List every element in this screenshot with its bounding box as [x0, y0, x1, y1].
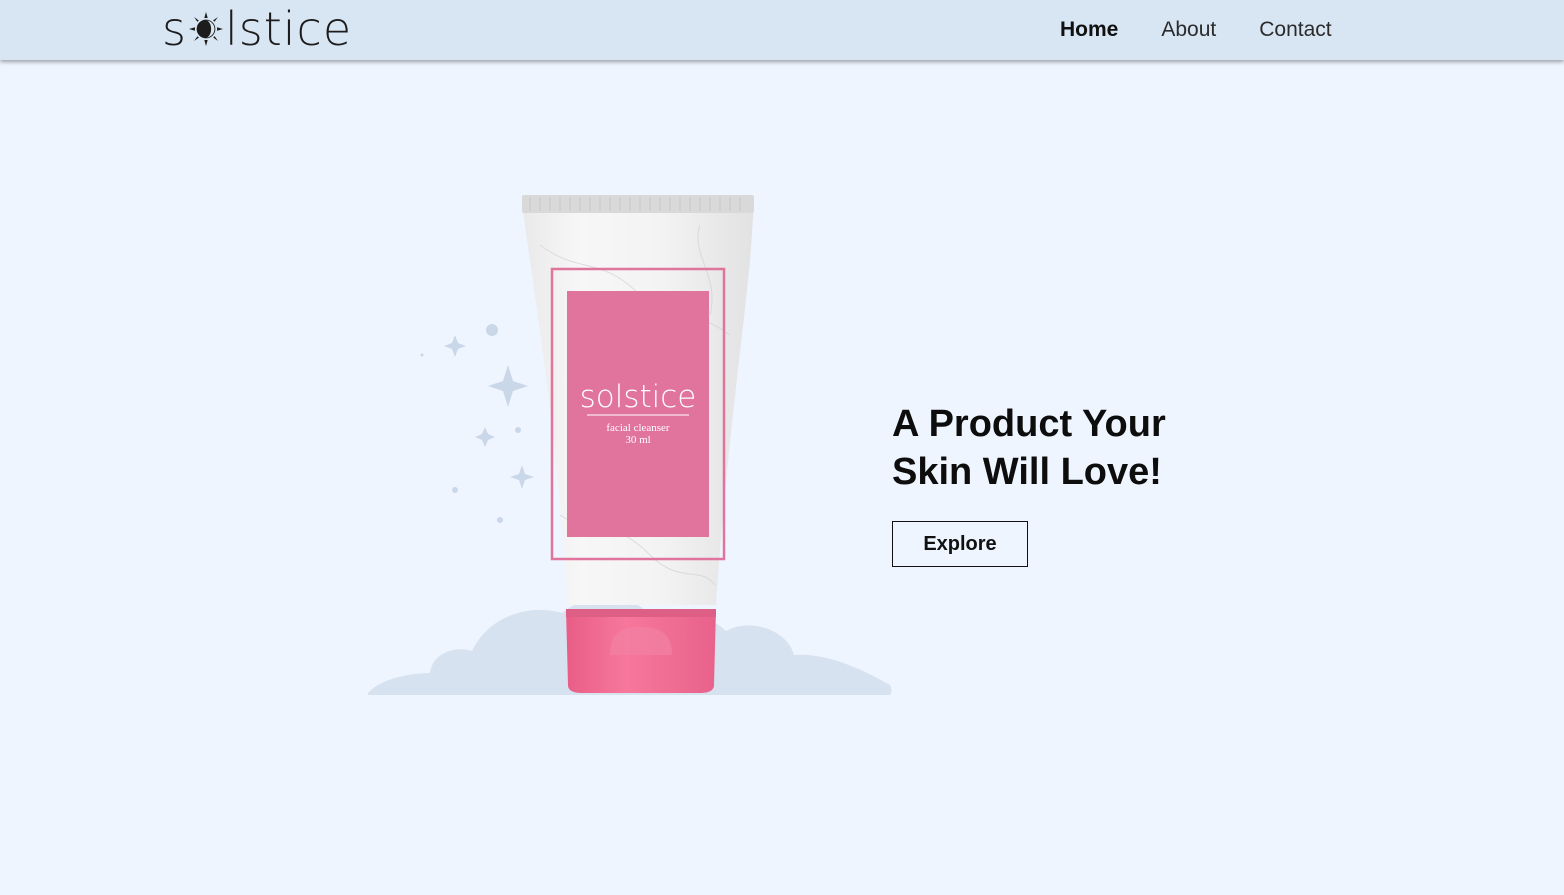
nav-home-link[interactable]: Home — [1060, 18, 1118, 42]
navbar: s lstice Home About Contact — [0, 0, 1564, 60]
moon-stars-decoration — [420, 324, 534, 523]
hero-headline-line1: A Product Your — [892, 403, 1166, 445]
brand-logo[interactable]: s lstice — [162, 4, 352, 54]
sun-moon-icon — [188, 12, 223, 46]
logo-text-start: s — [162, 2, 187, 56]
hero-headline-line2: Skin Will Love! — [892, 451, 1162, 493]
product-label-brand: solstice — [580, 379, 697, 415]
nav-contact-link[interactable]: Contact — [1259, 18, 1331, 42]
tube-cap — [566, 609, 716, 693]
main-nav: Home About Contact — [1060, 0, 1375, 60]
product-label-size: 30 ml — [625, 434, 650, 446]
cleanser-tube: solstice facial cleanser 30 ml — [522, 195, 754, 605]
logo-text-end: lstice — [224, 2, 353, 56]
product-hero-image: solstice facial cleanser 30 ml — [368, 195, 892, 695]
explore-button[interactable]: Explore — [892, 521, 1028, 567]
product-label-name: facial cleanser — [606, 422, 670, 434]
hero-headline: A Product Your Skin Will Love! — [892, 400, 1252, 496]
nav-about-link[interactable]: About — [1161, 18, 1216, 42]
